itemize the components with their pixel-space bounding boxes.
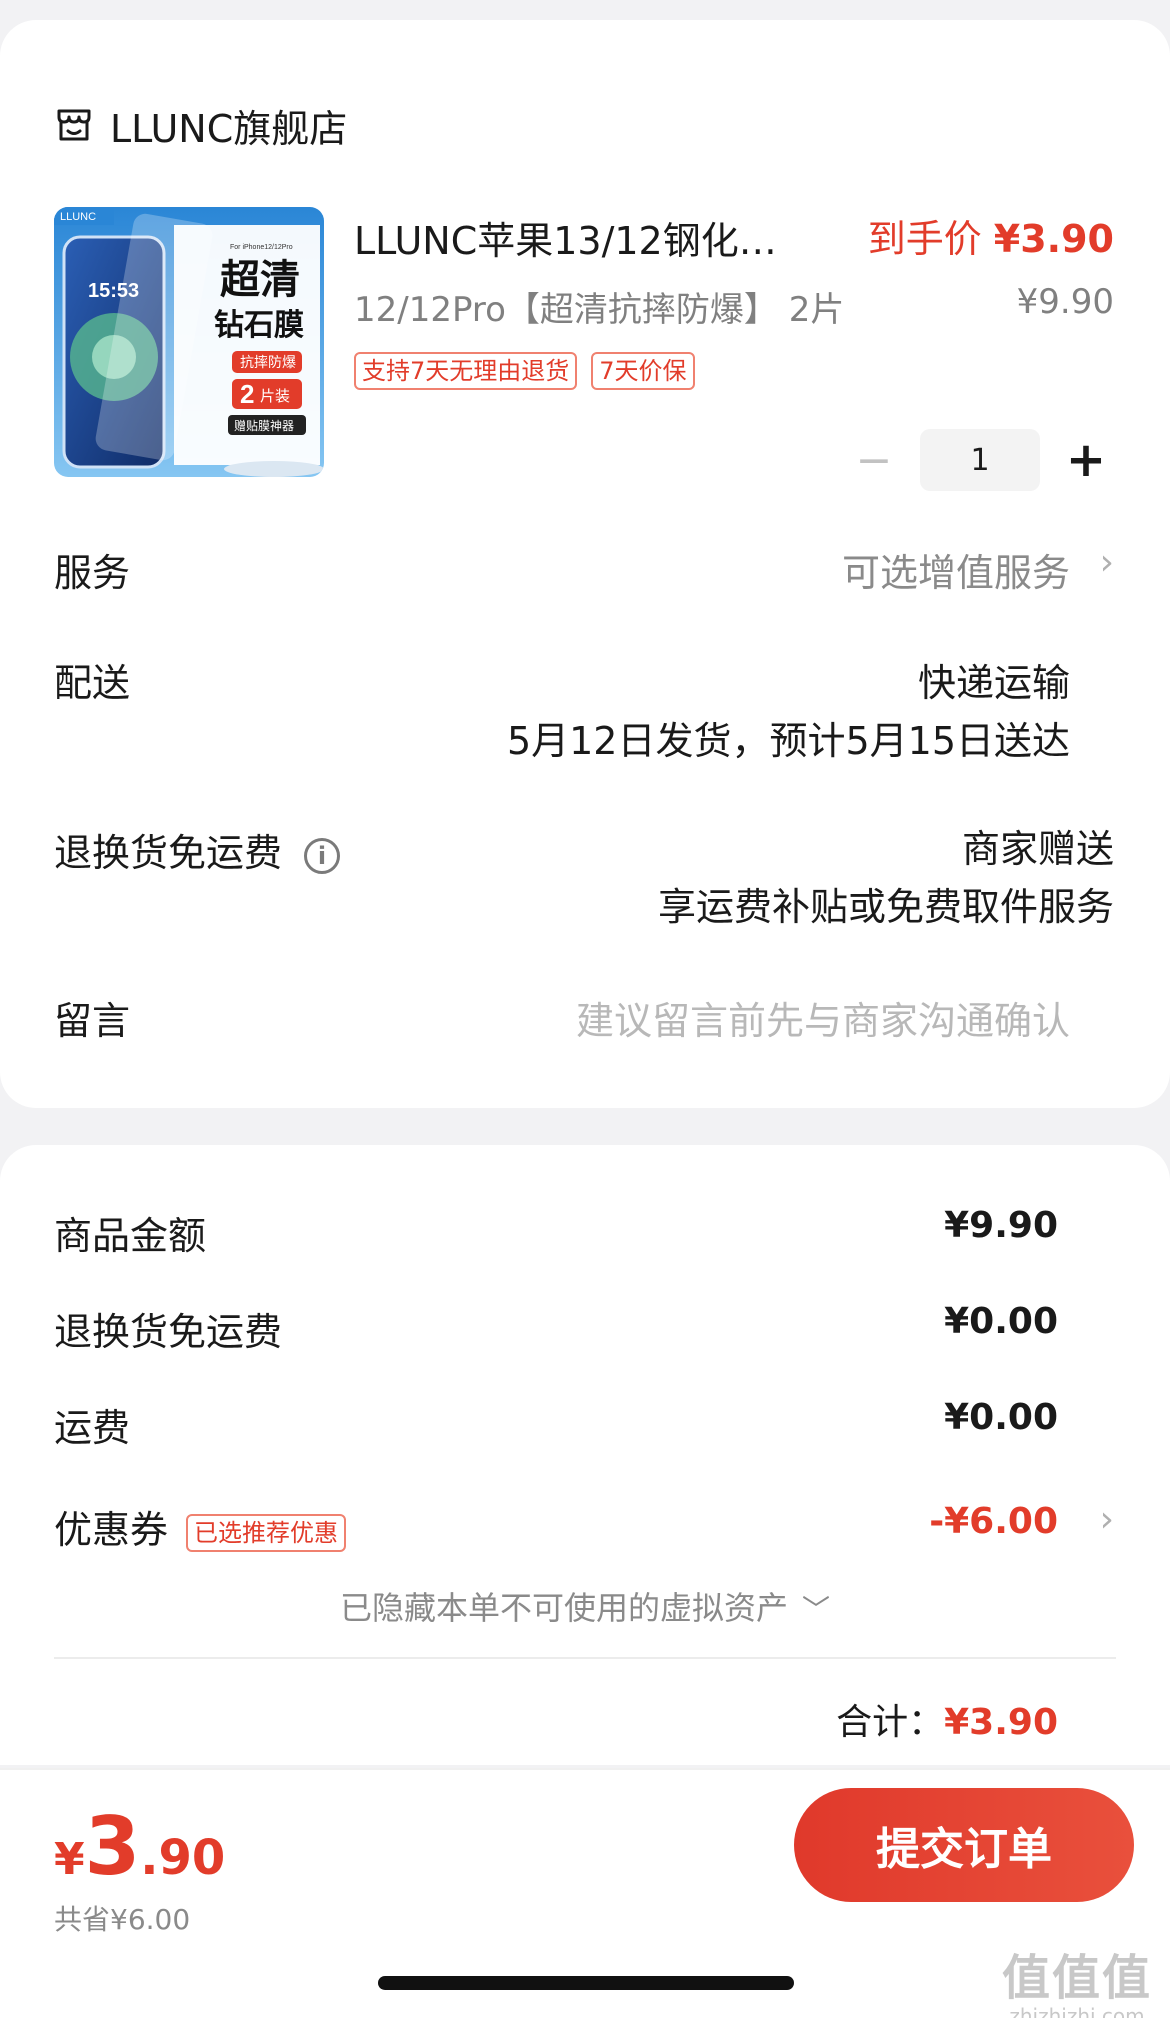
pay-yen: ¥	[54, 1834, 85, 1885]
image-headline1: 超清	[220, 257, 300, 303]
plus-icon[interactable]: +	[1054, 428, 1118, 492]
product-spec[interactable]: 12/12Pro【超清抗摔防爆】 2片	[354, 282, 844, 331]
hidden-assets-toggle[interactable]: 已隐藏本单不可使用的虚拟资产 ﹀	[0, 1583, 1170, 1629]
shipping-fee-label: 运费	[54, 1406, 131, 1450]
coupon-tag: 已选推荐优惠	[186, 1513, 347, 1552]
total-label: 合计：	[836, 1702, 945, 1743]
order-card: LLUNC旗舰店 LLUNC For iPhone12/12Pro 15:53 …	[0, 20, 1170, 1108]
goods-amount-value: ¥9.90	[944, 1205, 1058, 1246]
watermark-logo: 值值值	[1001, 1950, 1152, 2006]
original-price: ¥9.90	[1016, 282, 1114, 322]
coupon-label: 优惠券	[54, 1508, 169, 1552]
return-shipping-row: 退换货免运费 i	[54, 822, 341, 877]
delivery-label: 配送	[54, 661, 131, 705]
pay-int: 3	[84, 1800, 141, 1893]
return-fee-value: ¥0.00	[944, 1301, 1058, 1342]
info-icon[interactable]: i	[304, 837, 341, 874]
image-badge2-num: 2	[240, 379, 254, 409]
total-value: ¥3.90	[944, 1702, 1058, 1743]
chevron-right-icon[interactable]: ›	[1100, 542, 1114, 583]
message-input[interactable]: 建议留言前先与商家沟通确认	[576, 990, 1070, 1045]
image-headline2: 钻石膜	[214, 308, 304, 343]
delivery-method[interactable]: 快递运输	[918, 652, 1070, 707]
image-badge2-text: 片装	[260, 387, 290, 405]
image-time: 15:53	[88, 280, 139, 302]
return-fee-label: 退换货免运费	[54, 1310, 283, 1354]
bottom-bar: ¥3.90 共省¥6.00 提交订单 值值值 zhizhizhi.com	[0, 1768, 1170, 2018]
quantity-value[interactable]: 1	[920, 429, 1040, 491]
pay-amount: ¥3.90	[54, 1800, 225, 1893]
store-header[interactable]: LLUNC旗舰店	[54, 100, 348, 151]
pay-dec: .90	[140, 1830, 226, 1886]
store-name: LLUNC旗舰店	[110, 106, 348, 151]
divider	[54, 1657, 1116, 1659]
image-badge1: 抗摔防爆	[240, 354, 296, 371]
chevron-right-icon[interactable]: ›	[1100, 1499, 1114, 1540]
store-icon	[57, 109, 91, 141]
watermark: 值值值 zhizhizhi.com	[1002, 1938, 1152, 2018]
coupon-row[interactable]: 优惠券 已选推荐优惠	[54, 1499, 347, 1554]
summary-card: 商品金额 ¥9.90 退换货免运费 ¥0.00 运费 ¥0.00 优惠券 已选推荐…	[0, 1145, 1170, 1765]
quantity-stepper: − 1 +	[842, 428, 1118, 492]
saved-amount: 共省¥6.00	[54, 1903, 191, 1936]
service-label: 服务	[54, 551, 131, 595]
tag-no-reason-return: 支持7天无理由退货	[354, 352, 578, 390]
coupon-value[interactable]: -¥6.00	[929, 1501, 1058, 1542]
delivery-eta: 5月12日发货，预计5月15日送达	[506, 719, 1070, 763]
return-shipping-label: 退换货免运费	[54, 831, 283, 875]
image-subtitle: For iPhone12/12Pro	[230, 244, 293, 251]
final-price: 到手价 ¥3.90	[868, 208, 1114, 263]
message-label: 留言	[54, 999, 131, 1043]
submit-order-button[interactable]: 提交订单	[794, 1788, 1134, 1902]
final-price-label: 到手价	[867, 217, 982, 261]
service-value[interactable]: 可选增值服务	[842, 542, 1070, 597]
shipping-fee-value: ¥0.00	[944, 1397, 1058, 1438]
goods-amount-label: 商品金额	[54, 1214, 207, 1258]
chevron-down-icon: ﹀	[802, 1593, 831, 1626]
return-shipping-desc: 享运费补贴或免费取件服务	[657, 885, 1114, 929]
home-indicator[interactable]	[378, 1976, 794, 1990]
minus-icon[interactable]: −	[842, 428, 906, 492]
product-image-art: LLUNC For iPhone12/12Pro 15:53 超清 钻石膜 抗摔…	[54, 207, 324, 477]
product-image[interactable]: LLUNC For iPhone12/12Pro 15:53 超清 钻石膜 抗摔…	[54, 207, 324, 477]
product-tags: 支持7天无理由退货 7天价保	[354, 352, 695, 390]
image-badge3: 赠贴膜神器	[234, 419, 294, 433]
final-price-value: ¥3.90	[993, 217, 1114, 261]
image-brand: LLUNC	[60, 211, 96, 223]
return-shipping-value: 商家赠送	[961, 827, 1114, 871]
product-title[interactable]: LLUNC苹果13/12钢化…	[354, 210, 824, 265]
watermark-url: zhizhizhi.com	[1009, 2004, 1145, 2018]
tag-price-protect: 7天价保	[591, 352, 695, 390]
total-line: 合计：¥3.90	[836, 1693, 1058, 1745]
hidden-assets-text: 已隐藏本单不可使用的虚拟资产	[339, 1589, 788, 1627]
